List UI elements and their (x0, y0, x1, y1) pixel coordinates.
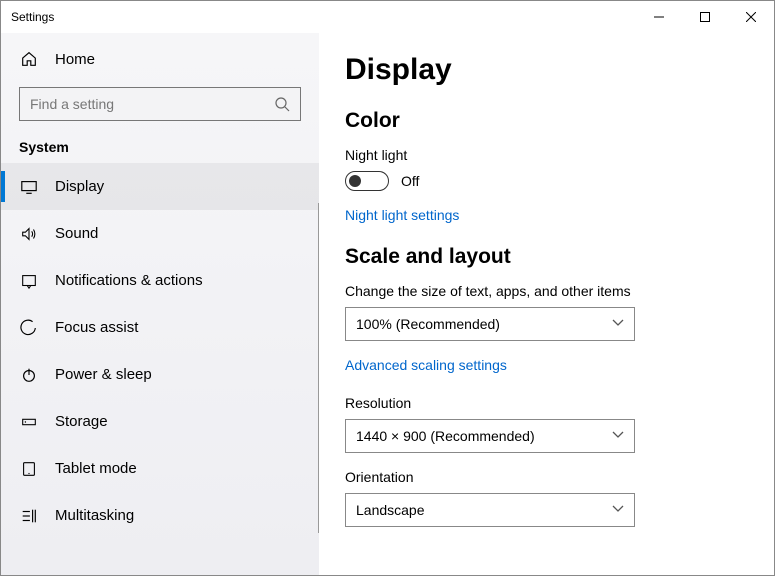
multitasking-icon (19, 506, 39, 526)
maximize-button[interactable] (682, 1, 728, 33)
page-title: Display (345, 53, 748, 87)
orientation-value: Landscape (356, 502, 425, 518)
night-light-state: Off (401, 173, 419, 189)
minimize-icon (654, 12, 664, 22)
sidebar-item-label: Sound (55, 225, 98, 242)
sidebar-item-label: Notifications & actions (55, 272, 203, 289)
resolution-dropdown[interactable]: 1440 × 900 (Recommended) (345, 419, 635, 453)
home-label: Home (55, 51, 95, 68)
scale-section-title: Scale and layout (345, 245, 748, 269)
close-button[interactable] (728, 1, 774, 33)
search-box[interactable] (19, 87, 301, 121)
power-icon (19, 365, 39, 385)
close-icon (746, 12, 756, 22)
focus-assist-icon (19, 318, 39, 338)
sidebar-item-notifications[interactable]: Notifications & actions (1, 257, 319, 304)
sidebar-item-tablet[interactable]: Tablet mode (1, 445, 319, 492)
text-size-value: 100% (Recommended) (356, 316, 500, 332)
sidebar-item-label: Display (55, 178, 104, 195)
night-light-label: Night light (345, 147, 748, 163)
minimize-button[interactable] (636, 1, 682, 33)
orientation-label: Orientation (345, 469, 748, 485)
night-light-settings-link[interactable]: Night light settings (345, 207, 748, 223)
sound-icon (19, 224, 39, 244)
maximize-icon (700, 12, 710, 22)
sidebar-item-label: Multitasking (55, 507, 134, 524)
tablet-icon (19, 459, 39, 479)
sidebar-item-label: Power & sleep (55, 366, 152, 383)
sidebar-item-label: Storage (55, 413, 108, 430)
window-title: Settings (11, 10, 54, 24)
display-icon (19, 177, 39, 197)
notifications-icon (19, 271, 39, 291)
text-size-label: Change the size of text, apps, and other… (345, 283, 748, 299)
home-link[interactable]: Home (1, 33, 319, 81)
resolution-label: Resolution (345, 395, 748, 411)
sidebar-item-power[interactable]: Power & sleep (1, 351, 319, 398)
chevron-down-icon (612, 319, 624, 330)
night-light-toggle-row: Off (345, 171, 748, 191)
sidebar-item-sound[interactable]: Sound (1, 210, 319, 257)
titlebar: Settings (1, 1, 774, 33)
sidebar: Home System Display Sound Notifica (1, 33, 319, 575)
home-icon (19, 49, 39, 69)
sidebar-item-display[interactable]: Display (1, 163, 319, 210)
sidebar-item-focus-assist[interactable]: Focus assist (1, 304, 319, 351)
category-header: System (1, 139, 319, 163)
storage-icon (19, 412, 39, 432)
search-icon (274, 96, 290, 112)
orientation-dropdown[interactable]: Landscape (345, 493, 635, 527)
resolution-value: 1440 × 900 (Recommended) (356, 428, 535, 444)
chevron-down-icon (612, 431, 624, 442)
search-input[interactable] (30, 96, 274, 112)
advanced-scaling-link[interactable]: Advanced scaling settings (345, 357, 748, 373)
sidebar-item-multitasking[interactable]: Multitasking (1, 492, 319, 539)
text-size-dropdown[interactable]: 100% (Recommended) (345, 307, 635, 341)
sidebar-item-storage[interactable]: Storage (1, 398, 319, 445)
sidebar-item-label: Tablet mode (55, 460, 137, 477)
sidebar-item-label: Focus assist (55, 319, 138, 336)
color-section-title: Color (345, 109, 748, 133)
night-light-toggle[interactable] (345, 171, 389, 191)
window-controls (636, 1, 774, 33)
main-content: Display Color Night light Off Night ligh… (319, 33, 774, 575)
chevron-down-icon (612, 505, 624, 516)
